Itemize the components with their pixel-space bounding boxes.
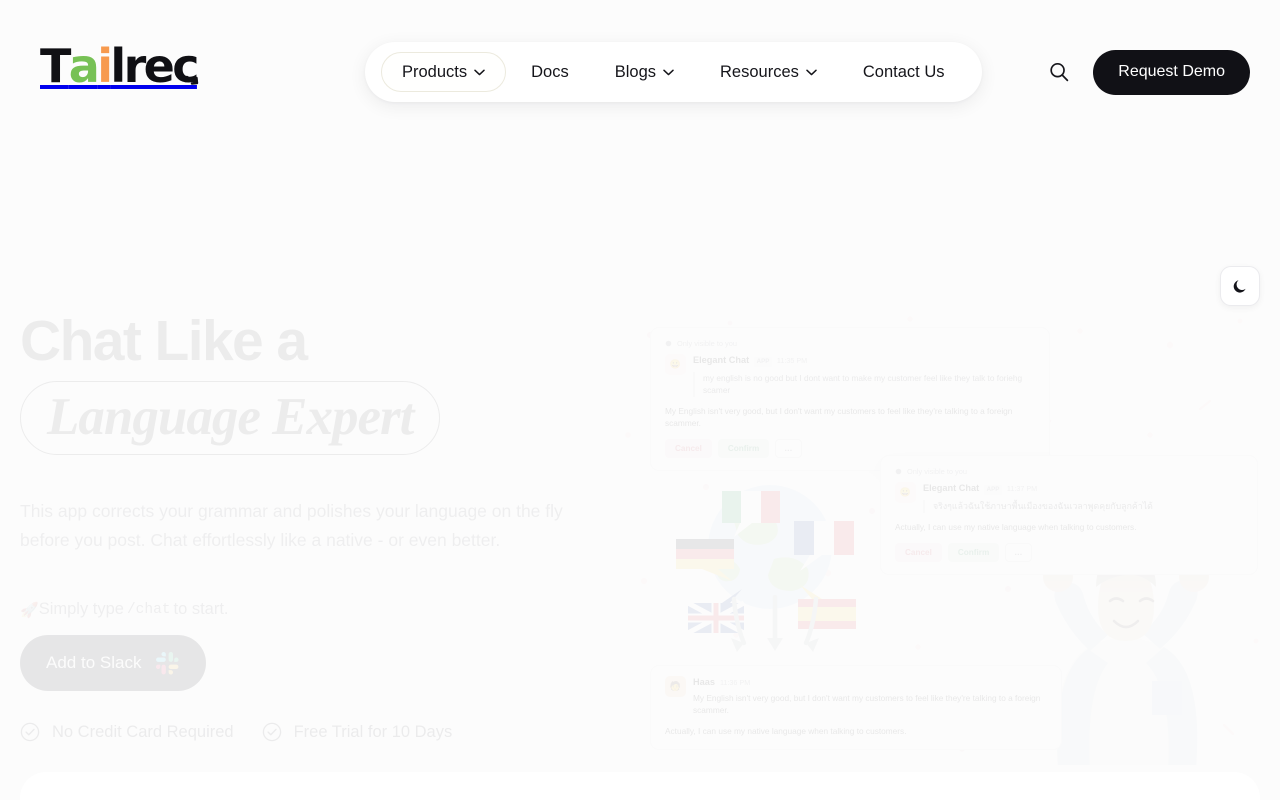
message-time: 11:36 PM — [719, 678, 751, 687]
message-body: Elegant Chat APP 11:35 PM my english is … — [693, 354, 1035, 397]
nav-item-docs[interactable]: Docs — [510, 52, 590, 92]
page-title: Chat Like a Language Expert — [20, 309, 620, 456]
nav-label-blogs: Blogs — [614, 62, 656, 81]
header-actions: Request Demo — [1045, 42, 1250, 102]
message-meta: Elegant Chat APP 11:37 PM — [923, 482, 1243, 496]
site-header: T a i lrec Products Docs Blogs Resources… — [0, 0, 1280, 136]
app-badge: APP — [984, 484, 1002, 495]
perk-no-credit-card: No Credit Card Required — [20, 722, 234, 742]
hint-suffix: to start. — [173, 600, 229, 619]
nav-label-contact-us: Contact Us — [862, 62, 945, 81]
rocket-icon: 🚀 — [20, 601, 39, 619]
add-to-slack-label: Add to Slack — [46, 653, 142, 672]
only-visible-note: Only visible to you — [665, 338, 1035, 349]
hero-copy: Chat Like a Language Expert This app cor… — [20, 312, 620, 619]
eye-icon — [665, 340, 672, 347]
message-author: Haas — [693, 677, 715, 687]
corrected-text: Actually, I can use my native language w… — [895, 522, 1137, 533]
brand-logo-wordmark: T a i lrec — [40, 39, 200, 93]
only-visible-label: Only visible to you — [907, 467, 967, 476]
message-time: 11:35 PM — [776, 356, 808, 366]
perk-free-trial: Free Trial for 10 Days — [262, 722, 453, 742]
only-visible-label: Only visible to you — [677, 339, 737, 348]
avatar: 😀 — [895, 482, 916, 504]
message-line-1: My English isn't very good, but I don't … — [693, 692, 1041, 716]
message-meta: Elegant Chat APP 11:35 PM — [693, 354, 1035, 368]
hero-heading-pill: Language Expert — [20, 380, 441, 456]
nav-item-blogs[interactable]: Blogs — [594, 52, 695, 92]
nav-item-resources[interactable]: Resources — [699, 52, 838, 92]
chevron-down-icon — [806, 69, 817, 75]
original-text: จริงๆแล้วฉันใช้ภาษาพื้นเมืองของฉันเวลาพู… — [923, 499, 1243, 514]
original-text: my english is no good but I dont want to… — [693, 371, 1035, 397]
slack-message-card: Only visible to you 😀 Elegant Chat APP 1… — [650, 327, 1050, 471]
message-head: 😀 Elegant Chat APP 11:35 PM my english i… — [665, 354, 1035, 397]
hero-subtext: This app corrects your grammar and polis… — [20, 501, 563, 550]
request-demo-button[interactable]: Request Demo — [1093, 49, 1250, 95]
message-meta: Haas 11:36 PM — [693, 676, 1047, 690]
message-author: Elegant Chat — [923, 483, 980, 494]
brand-logo[interactable]: T a i lrec — [40, 39, 200, 93]
avatar: 🧑 — [665, 676, 686, 697]
check-circle-icon — [262, 722, 281, 742]
app-badge: APP — [754, 356, 772, 367]
logo-letter-i: i — [97, 39, 113, 93]
confirm-button[interactable]: Confirm — [717, 438, 770, 458]
message-head: 😀 Elegant Chat APP 11:37 PM จริงๆแล้วฉัน… — [895, 482, 1243, 514]
only-visible-note: Only visible to you — [895, 466, 1243, 477]
hero-perks: No Credit Card Required Free Trial for 1… — [20, 722, 452, 742]
hint-prefix: Simply type — [38, 600, 124, 619]
dark-mode-toggle[interactable] — [1220, 266, 1260, 306]
logo-letter-a: a — [68, 39, 100, 93]
more-options-button[interactable]: … — [1005, 542, 1033, 562]
message-line-2: Actually, I can use my native language w… — [665, 725, 907, 736]
down-arrows-illustration — [720, 594, 830, 655]
confirm-button[interactable]: Confirm — [947, 542, 1000, 562]
perk-label: No Credit Card Required — [52, 722, 234, 741]
nav-label-products: Products — [402, 62, 468, 81]
avatar: 😀 — [665, 354, 686, 376]
message-author: Elegant Chat — [693, 355, 750, 366]
hero-artwork: Only visible to you 😀 Elegant Chat APP 1… — [610, 305, 1270, 765]
message-body: Haas 11:36 PM My English isn't very good… — [693, 676, 1047, 717]
card-actions: Cancel Confirm … — [895, 542, 1243, 562]
slack-message-card: 🧑 Haas 11:36 PM My English isn't very go… — [650, 665, 1062, 751]
slack-message-card: Only visible to you 😀 Elegant Chat APP 1… — [880, 455, 1258, 575]
search-glyph — [1050, 62, 1069, 82]
check-circle-icon — [20, 722, 40, 742]
primary-nav: Products Docs Blogs Resources Contact Us — [365, 42, 982, 102]
logo-arrow-icon — [185, 75, 199, 85]
three-down-arrows-icon — [731, 594, 819, 652]
cancel-button[interactable]: Cancel — [665, 438, 712, 458]
perk-label: Free Trial for 10 Days — [293, 722, 453, 741]
moon-icon — [1233, 279, 1246, 293]
nav-item-contact-us[interactable]: Contact Us — [842, 52, 966, 92]
chevron-down-icon — [474, 69, 485, 75]
hint-command: /chat — [126, 601, 171, 618]
hero-heading-line2: Language Expert — [47, 387, 414, 446]
nav-item-products[interactable]: Products — [381, 52, 507, 92]
eye-icon — [895, 468, 902, 475]
search-icon[interactable] — [1045, 58, 1073, 86]
hero-heading-line1: Chat Like a — [20, 309, 308, 373]
logo-letters-rest: lrec — [110, 43, 199, 89]
message-time: 11:37 PM — [1006, 484, 1038, 494]
hero-slash-hint: 🚀 Simply type /chat to start. — [20, 600, 620, 619]
message-head: 🧑 Haas 11:36 PM My English isn't very go… — [665, 676, 1047, 717]
add-to-slack-button[interactable]: Add to Slack — [20, 635, 207, 691]
nav-label-resources: Resources — [720, 62, 799, 81]
cancel-button[interactable]: Cancel — [895, 542, 942, 562]
corrected-text: My English isn't very good, but I don't … — [665, 405, 1013, 429]
slack-logo-icon — [156, 651, 179, 675]
message-body: Elegant Chat APP 11:37 PM จริงๆแล้วฉันใช… — [923, 482, 1243, 514]
next-section-sheet — [20, 772, 1260, 800]
nav-label-docs: Docs — [531, 62, 569, 81]
hero-section: Chat Like a Language Expert This app cor… — [0, 300, 1280, 770]
logo-letter-t: T — [40, 39, 71, 93]
chevron-down-icon — [663, 69, 674, 75]
more-options-button[interactable]: … — [775, 438, 803, 458]
